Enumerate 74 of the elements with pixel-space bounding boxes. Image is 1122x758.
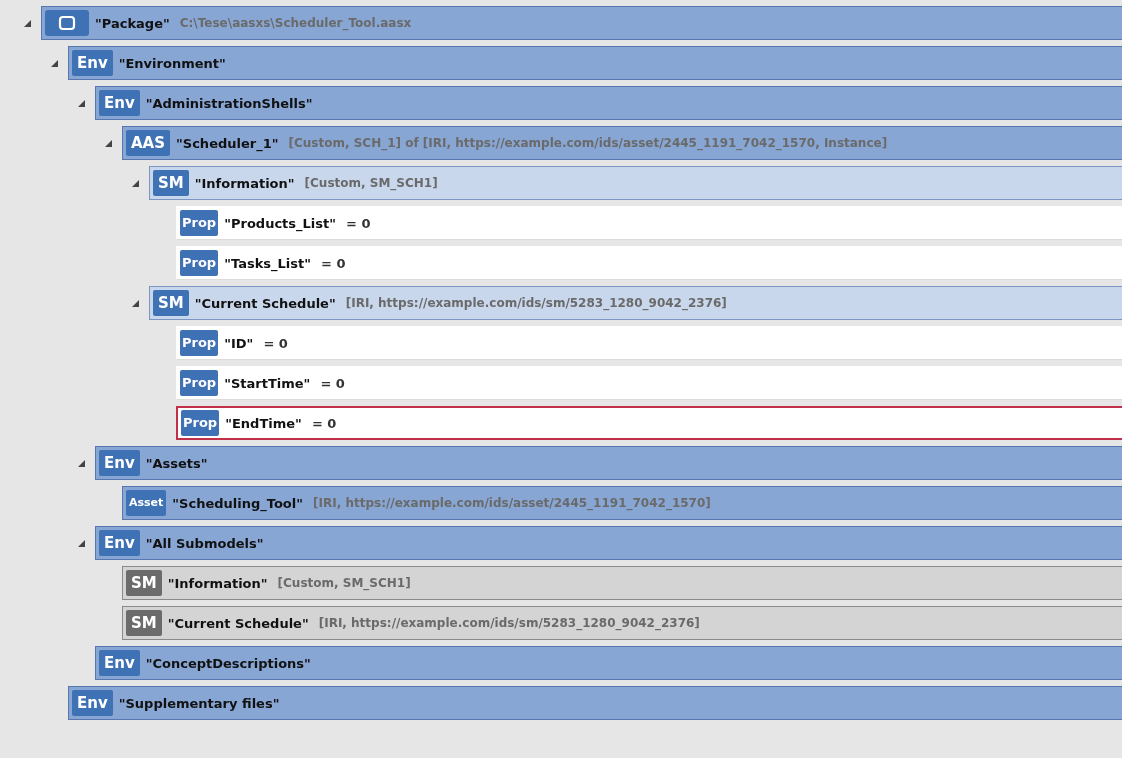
tree-node[interactable]: Prop "ID" = 0 xyxy=(176,326,1122,360)
type-badge: Env xyxy=(99,650,140,676)
tree-node[interactable]: SM "Information" [Custom, SM_SCH1] xyxy=(149,166,1122,200)
tree-node[interactable]: SM "Information" [Custom, SM_SCH1] xyxy=(122,566,1122,600)
type-badge: SM xyxy=(153,290,189,316)
node-name: "AdministrationShells" xyxy=(145,95,313,111)
tree-node[interactable]: SM "Current Schedule" [IRI, https://example.com/ids/sm/5283_1280_9042_2376] xyxy=(122,606,1122,640)
type-badge: Prop xyxy=(180,370,219,396)
tree-node[interactable]: Env "ConceptDescriptions" xyxy=(95,646,1122,680)
node-info: [Custom, SM_SCH1] xyxy=(304,176,438,190)
expand-icon[interactable] xyxy=(78,459,85,467)
node-value: = 0 xyxy=(263,335,288,351)
type-badge: Prop xyxy=(180,330,219,356)
node-name: "ConceptDescriptions" xyxy=(145,655,311,671)
node-name: "Environment" xyxy=(118,55,226,71)
tree-node[interactable]: SM "Current Schedule" [IRI, https://example.com/ids/sm/5283_1280_9042_2376] xyxy=(149,286,1122,320)
node-info: C:\Tese\aasxs\Scheduler_Tool.aasx xyxy=(179,16,412,30)
type-badge: Env xyxy=(99,450,140,476)
expand-icon[interactable] xyxy=(132,299,139,307)
node-name: "Information" xyxy=(194,175,295,191)
package-icon xyxy=(45,10,89,36)
expand-icon[interactable] xyxy=(132,179,139,187)
type-badge: Env xyxy=(72,50,113,76)
node-info: [Custom, SM_SCH1] xyxy=(277,576,411,590)
node-name: "Scheduling_Tool" xyxy=(172,495,303,511)
node-info: [IRI, https://example.com/ids/sm/5283_1280_9042_2376] xyxy=(318,616,700,630)
node-info: [IRI, https://example.com/ids/asset/2445_1191_7042_1570] xyxy=(313,496,711,510)
type-badge: Env xyxy=(72,690,113,716)
node-name: "ID" xyxy=(224,335,254,351)
type-badge: AAS xyxy=(126,130,171,156)
node-name: "StartTime" xyxy=(224,375,311,391)
node-value: = 0 xyxy=(311,415,337,431)
node-info: [Custom, SCH_1] of [IRI, https://example.com/ids/asset/2445_1191_7042_1570, Instance] xyxy=(288,136,888,150)
tree-node[interactable]: Env "Assets" xyxy=(95,446,1122,480)
node-name: "Current Schedule" xyxy=(167,615,309,631)
type-badge: SM xyxy=(153,170,189,196)
tree-node[interactable]: Prop "Products_List" = 0 xyxy=(176,206,1122,240)
expand-icon[interactable] xyxy=(78,539,85,547)
type-badge: Prop xyxy=(181,410,220,436)
node-name: "Assets" xyxy=(145,455,208,471)
expand-icon[interactable] xyxy=(24,19,31,27)
node-name: "EndTime" xyxy=(225,415,302,431)
type-badge: Env xyxy=(99,530,140,556)
node-name: "Information" xyxy=(167,575,268,591)
node-name: "Tasks_List" xyxy=(224,255,311,271)
tree-node[interactable]: Prop "Tasks_List" = 0 xyxy=(176,246,1122,280)
tree-node[interactable]: Asset "Scheduling_Tool" [IRI, https://example.com/ids/asset/2445_1191_7042_1570] xyxy=(122,486,1122,520)
node-name: "Products_List" xyxy=(224,215,336,231)
type-badge: SM xyxy=(126,610,162,636)
node-value: = 0 xyxy=(346,215,371,231)
tree-node[interactable]: Env "AdministrationShells" xyxy=(95,86,1122,120)
type-badge: Env xyxy=(99,90,140,116)
tree-node[interactable]: Env "Supplementary files" xyxy=(68,686,1122,720)
node-name: "Current Schedule" xyxy=(194,295,336,311)
type-badge: Prop xyxy=(180,210,219,236)
expand-icon[interactable] xyxy=(105,139,112,147)
expand-icon[interactable] xyxy=(51,59,58,67)
node-info: [IRI, https://example.com/ids/sm/5283_1280_9042_2376] xyxy=(345,296,727,310)
tree-node[interactable]: Prop "EndTime" = 0 xyxy=(176,406,1122,440)
expand-icon[interactable] xyxy=(78,99,85,107)
tree-node[interactable]: AAS "Scheduler_1" [Custom, SCH_1] of [IRI, https://example.com/ids/asset/2445_1191_7042_1570, Instance] xyxy=(122,126,1122,160)
node-name: "Package" xyxy=(95,15,170,31)
node-name: "Scheduler_1" xyxy=(176,135,279,151)
type-badge: Asset xyxy=(126,490,167,516)
node-name: "All Submodels" xyxy=(145,535,264,551)
tree-node[interactable]: Env "Environment" xyxy=(68,46,1122,80)
node-value: = 0 xyxy=(320,375,345,391)
node-value: = 0 xyxy=(321,255,346,271)
type-badge: Prop xyxy=(180,250,219,276)
tree-node[interactable]: "Package" C:\Tese\aasxs\Scheduler_Tool.aasx xyxy=(41,6,1122,40)
node-name: "Supplementary files" xyxy=(118,695,280,711)
type-badge: SM xyxy=(126,570,162,596)
tree-node[interactable]: Prop "StartTime" = 0 xyxy=(176,366,1122,400)
tree-node[interactable]: Env "All Submodels" xyxy=(95,526,1122,560)
